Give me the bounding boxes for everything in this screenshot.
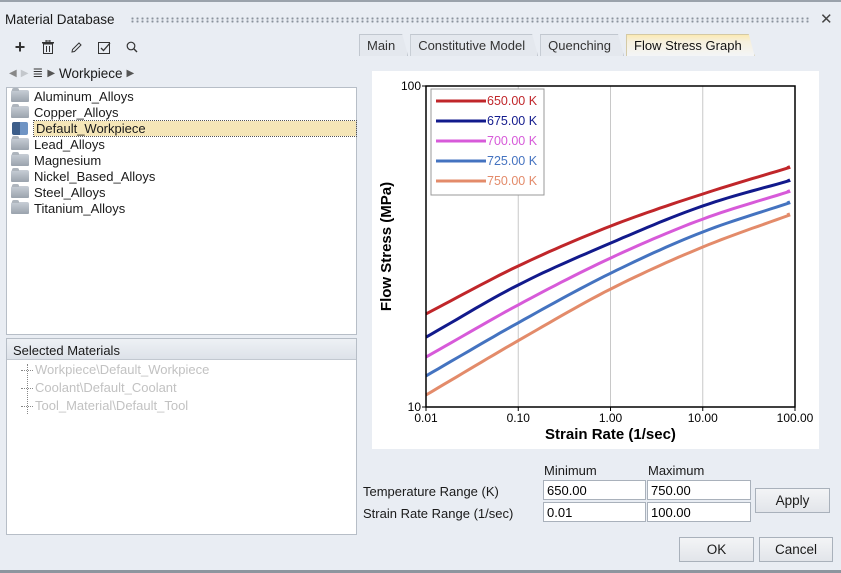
tree-item-titanium-alloys[interactable]: Titanium_Alloys: [7, 200, 356, 216]
pencil-icon: [70, 41, 82, 53]
selected-material-item[interactable]: Workpiece\Default_Workpiece: [7, 361, 356, 379]
check-button[interactable]: [96, 38, 112, 56]
close-icon[interactable]: ✕: [820, 10, 833, 28]
folder-icon: [11, 136, 29, 150]
tree-item-label: Aluminum_Alloys: [34, 88, 134, 104]
strain-rate-min-input[interactable]: [543, 502, 646, 522]
tree-item-label: Magnesium: [34, 152, 102, 168]
tree-item-lead-alloys[interactable]: Lead_Alloys: [7, 136, 356, 152]
folder-icon: [11, 88, 29, 102]
y-tick-label: 10: [408, 400, 422, 414]
tree-item-steel-alloys[interactable]: Steel_Alloys: [7, 184, 356, 200]
trash-icon: [42, 40, 54, 54]
tree-item-label: Titanium_Alloys: [34, 200, 126, 216]
x-tick-label: 0.10: [507, 411, 531, 425]
x-tick-label: 1.00: [599, 411, 623, 425]
list-icon[interactable]: ≣: [32, 65, 43, 81]
cancel-button[interactable]: Cancel: [759, 537, 833, 562]
tab-flow-stress-graph[interactable]: Flow Stress Graph: [626, 34, 755, 56]
legend-label: 750.00 K: [487, 174, 538, 188]
temperature-range-label: Temperature Range (K): [363, 484, 499, 499]
breadcrumb-workpiece[interactable]: Workpiece: [59, 66, 123, 81]
back-arrow-icon[interactable]: ◀: [9, 68, 17, 79]
selected-materials-panel: Selected Materials Workpiece\Default_Wor…: [6, 338, 357, 535]
temperature-max-input[interactable]: [647, 480, 751, 500]
legend-label: 675.00 K: [487, 114, 538, 128]
y-axis-label: Flow Stress (MPa): [378, 182, 395, 311]
ok-button[interactable]: OK: [679, 537, 754, 562]
window-title: Material Database: [5, 12, 115, 27]
tree-item-nickel-based-alloys[interactable]: Nickel_Based_Alloys: [7, 168, 356, 184]
delete-button[interactable]: [40, 38, 56, 56]
checkbox-icon: [97, 41, 110, 54]
breadcrumb: ◀ ▶ ≣ ▶ Workpiece ▶: [9, 65, 134, 81]
x-tick-label: 10.00: [688, 411, 718, 425]
y-tick-label: 100: [401, 79, 421, 93]
tree-item-copper-alloys[interactable]: Copper_Alloys: [7, 104, 356, 120]
material-tree[interactable]: Aluminum_Alloys Copper_Alloys Default_Wo…: [6, 87, 357, 335]
window-top-border: [0, 0, 841, 2]
breadcrumb-separator-icon: ▶: [47, 67, 56, 79]
maximum-label: Maximum: [648, 463, 705, 478]
search-icon: [126, 41, 138, 53]
tab-main[interactable]: Main: [359, 34, 408, 56]
tab-quenching[interactable]: Quenching: [540, 34, 624, 56]
minimum-label: Minimum: [544, 463, 597, 478]
flow-stress-chart: 0.01 0.10 1.00 10.00 100.00 10 100 Strain Rate…: [372, 71, 819, 449]
x-axis-label: Strain Rate (1/sec): [545, 426, 676, 443]
apply-button[interactable]: Apply: [755, 488, 830, 513]
chart-svg: 0.01 0.10 1.00 10.00 100.0010100 Strain Rate…: [378, 79, 814, 443]
folder-icon: [11, 152, 29, 166]
plus-icon: +: [14, 36, 26, 57]
legend-label: 650.00 K: [487, 94, 538, 108]
folder-icon: [11, 104, 29, 118]
tree-item-magnesium[interactable]: Magnesium: [7, 152, 356, 168]
add-button[interactable]: +: [12, 36, 28, 57]
selected-materials-header: Selected Materials: [7, 339, 356, 360]
folder-icon: [11, 184, 29, 198]
x-tick-label: 100.00: [777, 411, 814, 425]
folder-icon: [11, 200, 29, 214]
toolbar: +: [12, 36, 140, 57]
strain-rate-range-label: Strain Rate Range (1/sec): [363, 506, 514, 521]
tree-item-label: Copper_Alloys: [34, 104, 119, 120]
chart-legend: 650.00 K 675.00 K 700.00 K 725.00 K 750.00 K: [430, 88, 545, 196]
breadcrumb-expand-icon[interactable]: ▶: [127, 68, 135, 79]
search-button[interactable]: [124, 38, 140, 56]
tree-item-label: Default_Workpiece: [33, 119, 357, 137]
tree-item-label: Lead_Alloys: [34, 136, 105, 152]
cube-icon: [12, 121, 28, 135]
selected-material-item[interactable]: Tool_Material\Default_Tool: [7, 397, 356, 415]
tab-constitutive-model[interactable]: Constitutive Model: [410, 34, 538, 56]
folder-icon: [11, 168, 29, 182]
edit-button[interactable]: [68, 38, 84, 56]
selected-material-item[interactable]: Coolant\Default_Coolant: [7, 379, 356, 397]
strain-rate-max-input[interactable]: [647, 502, 751, 522]
legend-label: 700.00 K: [487, 134, 538, 148]
title-drag-handle[interactable]: [130, 17, 810, 23]
tree-item-default-workpiece[interactable]: Default_Workpiece: [7, 119, 357, 137]
forward-arrow-icon[interactable]: ▶: [21, 68, 29, 79]
tab-bar: Main Constitutive Model Quenching Flow S…: [359, 34, 755, 56]
tree-item-aluminum-alloys[interactable]: Aluminum_Alloys: [7, 88, 356, 104]
temperature-min-input[interactable]: [543, 480, 646, 500]
legend-label: 725.00 K: [487, 154, 538, 168]
tree-item-label: Nickel_Based_Alloys: [34, 168, 156, 184]
tree-item-label: Steel_Alloys: [34, 184, 106, 200]
